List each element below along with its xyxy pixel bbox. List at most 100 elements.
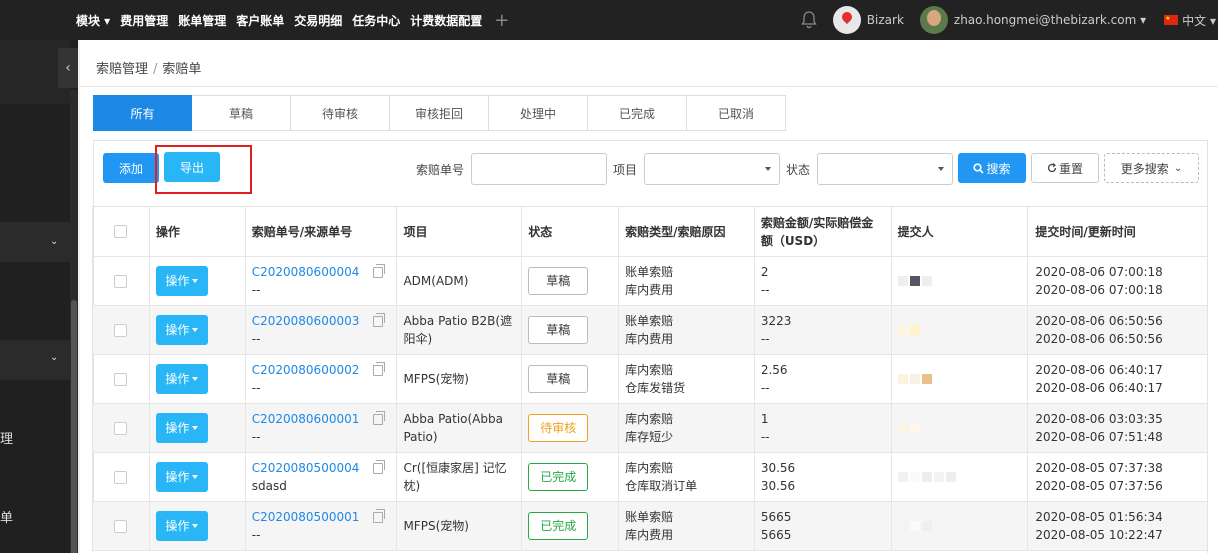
claim-amount: 2.56	[760, 363, 788, 377]
type-cell: 账单索赔 库内费用	[619, 306, 755, 354]
time-cell: 2020-08-05 07:37:38 2020-08-05 07:37:56	[1028, 453, 1207, 501]
chevron-down-icon[interactable]: ⌄	[50, 236, 58, 247]
actual-amount: 30.56	[760, 479, 796, 493]
plus-icon[interactable]: +	[494, 10, 509, 31]
claim-type: 库内索赔	[625, 412, 674, 426]
claim-no-link[interactable]: C2020080600003	[252, 312, 360, 330]
select-cell	[93, 453, 150, 501]
claim-no-link[interactable]: C2020080600002	[252, 361, 360, 379]
menu-billing-config[interactable]: 计费数据配置	[410, 12, 482, 29]
project-cell: Cr([恒康家居] 记忆枕)	[397, 453, 523, 501]
operate-dropdown-button[interactable]: 操作	[155, 413, 208, 443]
operate-dropdown-button[interactable]: 操作	[155, 315, 208, 345]
top-navbar: 模块 ▾ 费用管理 账单管理 客户账单 交易明细 任务中心 计费数据配置 + B…	[0, 0, 1218, 40]
breadcrumb-parent[interactable]: 索赔管理	[96, 62, 148, 77]
copy-icon[interactable]	[373, 459, 386, 474]
menu-customer-bill[interactable]: 客户账单	[236, 12, 284, 29]
org-avatar[interactable]	[832, 6, 861, 34]
row-checkbox[interactable]	[114, 323, 128, 337]
claim-no-cell: C2020080600002 --	[246, 355, 398, 403]
copy-icon[interactable]	[373, 312, 386, 327]
tab-processing[interactable]: 处理中	[489, 95, 588, 131]
row-checkbox[interactable]	[114, 470, 128, 484]
claim-no-cell: C2020080600003 --	[246, 306, 398, 354]
claim-no-link[interactable]: C2020080600004	[252, 263, 360, 281]
refresh-icon	[1047, 163, 1057, 173]
copy-icon[interactable]	[373, 263, 386, 278]
tab-all[interactable]: 所有	[93, 95, 192, 131]
row-checkbox[interactable]	[114, 274, 128, 288]
tab-rejected[interactable]: 审核拒回	[390, 95, 489, 131]
menu-bill-management[interactable]: 账单管理	[178, 12, 226, 29]
header-cell: 状态	[522, 207, 620, 256]
sidebar-item-label[interactable]: 单	[0, 507, 13, 526]
claim-no-link[interactable]: C2020080500004	[252, 459, 360, 477]
menu-modules[interactable]: 模块 ▾	[76, 12, 110, 29]
more-search-button[interactable]: 更多搜索 ⌄	[1104, 153, 1199, 183]
chevron-down-icon[interactable]: ⌄	[50, 352, 58, 363]
tab-pending-review[interactable]: 待审核	[291, 95, 390, 131]
copy-icon[interactable]	[373, 361, 386, 376]
language-switch[interactable]: 中文 ▾	[1182, 12, 1216, 29]
submitter-cell	[892, 404, 1029, 452]
menu-transaction-detail[interactable]: 交易明细	[294, 12, 342, 29]
claim-no-input[interactable]	[471, 153, 607, 185]
operate-label: 操作	[165, 372, 190, 386]
project-cell: ADM(ADM)	[397, 257, 523, 305]
updated-time: 2020-08-06 07:51:48	[1035, 430, 1163, 444]
sidebar-scrollbar[interactable]	[70, 90, 78, 553]
user-email[interactable]: zhao.hongmei@thebizark.com ▾	[954, 13, 1146, 27]
select-cell	[93, 502, 150, 550]
user-avatar[interactable]	[919, 6, 948, 34]
menu-fee-management[interactable]: 费用管理	[120, 12, 168, 29]
claim-no-link[interactable]: C2020080600001	[252, 410, 360, 428]
menu-task-center[interactable]: 任务中心	[352, 12, 400, 29]
copy-icon[interactable]	[373, 508, 386, 523]
sidebar-group[interactable]	[0, 222, 70, 262]
status-cell: 草稿	[522, 306, 620, 354]
status-cell: 已完成	[522, 502, 620, 550]
tab-draft[interactable]: 草稿	[192, 95, 291, 131]
status-select[interactable]	[817, 153, 953, 185]
copy-icon[interactable]	[373, 410, 386, 425]
search-button-label: 搜索	[986, 161, 1011, 176]
select-all-checkbox[interactable]	[114, 225, 128, 238]
collapse-sidebar-icon[interactable]: ‹	[58, 48, 78, 88]
row-checkbox[interactable]	[114, 372, 128, 386]
claim-reason: 库内费用	[625, 332, 674, 346]
org-name[interactable]: Bizark	[867, 13, 904, 27]
row-checkbox[interactable]	[114, 421, 128, 435]
tab-cancelled[interactable]: 已取消	[687, 95, 786, 131]
time-cell: 2020-08-06 03:03:35 2020-08-06 07:51:48	[1028, 404, 1207, 452]
table-row: 操作 C2020080500004 sdasd Cr([恒康家居] 记忆枕) 已完…	[93, 453, 1207, 502]
submitter-cell	[892, 306, 1029, 354]
claim-reason: 仓库取消订单	[625, 479, 698, 493]
sidebar-item-label[interactable]: 理	[0, 428, 13, 447]
claim-no-link[interactable]: C2020080500001	[252, 508, 360, 526]
operate-dropdown-button[interactable]: 操作	[155, 266, 208, 296]
header-cell: 项目	[397, 207, 523, 256]
action-cell: 操作	[150, 453, 246, 501]
status-tabs: 所有 草稿 待审核 审核拒回 处理中 已完成 已取消	[93, 95, 786, 131]
header-cell: 索赔金额/实际赔偿金额（USD）	[755, 207, 892, 256]
operate-dropdown-button[interactable]: 操作	[155, 462, 208, 492]
search-button[interactable]: 搜索	[958, 153, 1026, 183]
caret-down-icon	[192, 328, 199, 332]
project-select[interactable]	[644, 153, 780, 185]
tab-completed[interactable]: 已完成	[588, 95, 687, 131]
sidebar-group[interactable]	[0, 340, 70, 380]
operate-dropdown-button[interactable]: 操作	[155, 511, 208, 541]
main-content: 索赔管理 / 索赔单 所有 草稿 待审核 审核拒回 处理中 已完成 已取消 添加 导…	[80, 40, 1218, 553]
reset-button[interactable]: 重置	[1031, 153, 1099, 183]
sidebar: ‹ ⌄ ⌄ 理 单	[0, 40, 78, 553]
status-cell: 待审核	[522, 404, 620, 452]
row-checkbox[interactable]	[114, 519, 128, 533]
claim-no-label: 索赔单号	[416, 163, 465, 177]
claim-reason: 仓库发错货	[625, 381, 686, 395]
bell-icon[interactable]	[801, 11, 817, 29]
operate-dropdown-button[interactable]: 操作	[155, 364, 208, 394]
add-button[interactable]: 添加	[103, 153, 159, 183]
action-cell: 操作	[150, 502, 246, 550]
claim-no-cell: C2020080600004 --	[246, 257, 398, 305]
operate-label: 操作	[165, 519, 190, 533]
